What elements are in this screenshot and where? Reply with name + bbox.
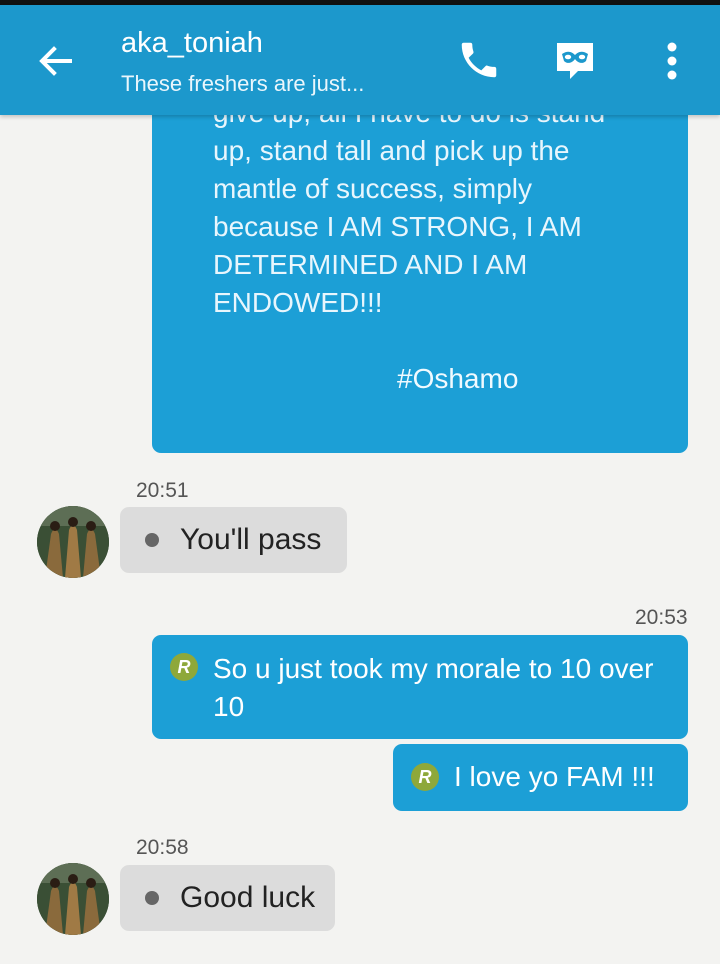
message-timestamp: 20:51 xyxy=(136,479,189,502)
bullet-dot-icon xyxy=(145,891,159,905)
read-receipt-badge: R xyxy=(411,763,439,791)
message-timestamp: 20:58 xyxy=(136,836,189,859)
incognito-mask-icon[interactable] xyxy=(552,37,598,83)
incoming-message-bubble[interactable]: You'll pass xyxy=(120,507,347,573)
avatar[interactable] xyxy=(37,863,109,935)
message-timestamp: 20:53 xyxy=(635,606,688,629)
incoming-message-bubble[interactable]: Good luck xyxy=(120,865,335,931)
read-receipt-badge: R xyxy=(170,653,198,681)
message-hashtag: #Oshamo xyxy=(397,363,519,394)
app-bar: aka_toniah These freshers are just... xyxy=(0,5,720,115)
message-text: So u just took my morale to 10 over 10 xyxy=(213,653,654,722)
contact-status: These freshers are just... xyxy=(121,71,365,96)
avatar[interactable] xyxy=(37,506,109,578)
message-text: You'll pass xyxy=(180,523,322,556)
more-vert-icon[interactable] xyxy=(650,37,694,83)
bullet-dot-icon xyxy=(145,533,159,547)
phone-icon[interactable] xyxy=(456,37,502,83)
outgoing-message-bubble[interactable]: R I love yo FAM !!! xyxy=(393,744,688,811)
outgoing-message-bubble[interactable]: give up, all I have to do is stand up, s… xyxy=(152,115,688,453)
outgoing-message-bubble[interactable]: R So u just took my morale to 10 over 10 xyxy=(152,635,688,739)
message-text: I love yo FAM !!! xyxy=(454,761,655,792)
message-text: Good luck xyxy=(180,881,316,914)
message-list[interactable]: give up, all I have to do is stand up, s… xyxy=(0,115,720,964)
back-arrow-icon[interactable] xyxy=(30,35,82,87)
message-text: give up, all I have to do is stand up, s… xyxy=(213,115,605,318)
contact-name[interactable]: aka_toniah xyxy=(121,27,263,60)
